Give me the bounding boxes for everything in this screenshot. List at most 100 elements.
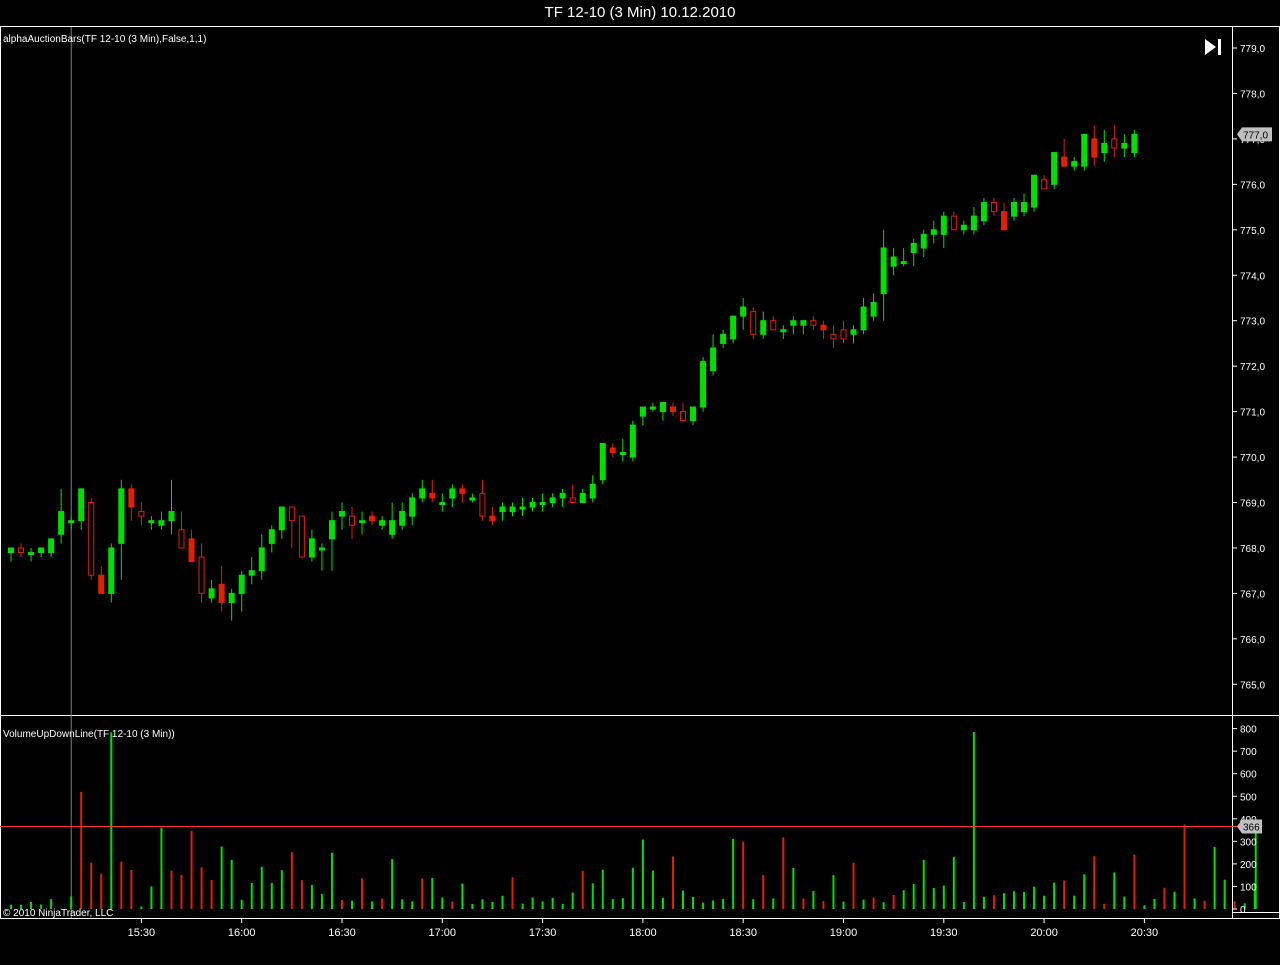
candle-body bbox=[1041, 179, 1048, 190]
candle bbox=[379, 516, 386, 530]
price-tick-label: 778,0 bbox=[1240, 89, 1265, 100]
candle-body bbox=[710, 347, 717, 372]
candle bbox=[800, 320, 807, 335]
candle bbox=[960, 220, 967, 235]
last-price-value: 777,0 bbox=[1243, 130, 1268, 141]
candle-body bbox=[770, 320, 777, 331]
candle bbox=[318, 543, 325, 571]
candle bbox=[399, 502, 406, 530]
candle-body bbox=[680, 411, 687, 422]
candle-body bbox=[68, 520, 75, 524]
volume-bars[interactable] bbox=[0, 731, 1257, 909]
copyright-label: © 2010 NinjaTrader, LLC bbox=[3, 908, 113, 919]
candle bbox=[288, 506, 295, 548]
candle bbox=[649, 402, 656, 412]
candle bbox=[900, 247, 907, 267]
candle bbox=[359, 511, 366, 535]
candle-body bbox=[700, 361, 707, 408]
candle-body bbox=[1121, 142, 1128, 149]
candle-body bbox=[629, 424, 636, 458]
candle-body bbox=[659, 402, 666, 413]
candle-body bbox=[469, 497, 476, 501]
candle-body bbox=[579, 492, 586, 504]
candle bbox=[369, 511, 376, 526]
candle bbox=[128, 484, 135, 521]
candle bbox=[489, 507, 496, 526]
candle-body bbox=[58, 511, 65, 535]
candle bbox=[1101, 129, 1108, 162]
candle bbox=[278, 506, 285, 539]
candle bbox=[539, 493, 546, 512]
candle bbox=[920, 229, 927, 258]
candle bbox=[509, 502, 516, 517]
candle bbox=[88, 497, 95, 580]
candle bbox=[1031, 174, 1038, 212]
candle-body bbox=[609, 447, 616, 454]
price-tick-label: 776,0 bbox=[1240, 180, 1265, 191]
candle bbox=[238, 570, 245, 612]
candle bbox=[409, 493, 416, 526]
time-tick-label: 16:30 bbox=[328, 927, 356, 939]
candle-body bbox=[1000, 211, 1007, 231]
candle bbox=[870, 293, 877, 321]
candle-body bbox=[649, 406, 656, 410]
volume-tick-label: 300 bbox=[1240, 837, 1257, 848]
candle-body bbox=[288, 506, 295, 522]
candle bbox=[298, 515, 305, 558]
scroll-to-end-icon[interactable] bbox=[1203, 37, 1225, 57]
chart-canvas[interactable]: 779,0 778,0 777,0 776,0 775,0 774,0 773,0 772,0… bbox=[0, 0, 1280, 965]
volume-tick-label: 700 bbox=[1240, 747, 1257, 758]
candle-body bbox=[890, 256, 897, 267]
candle bbox=[710, 334, 717, 376]
candle-body bbox=[599, 442, 606, 481]
candle bbox=[619, 438, 626, 462]
candle bbox=[218, 566, 225, 612]
candle bbox=[980, 197, 987, 226]
candle-body bbox=[379, 520, 386, 526]
candle bbox=[28, 547, 35, 562]
candle-body bbox=[980, 202, 987, 222]
candle bbox=[599, 442, 606, 485]
candle bbox=[439, 493, 446, 512]
candle-body bbox=[900, 261, 907, 265]
candle bbox=[569, 484, 576, 503]
price-tick-label: 779,0 bbox=[1240, 44, 1265, 55]
candle-body bbox=[940, 215, 947, 235]
candle-body bbox=[409, 497, 416, 517]
candle bbox=[730, 315, 737, 344]
candle bbox=[1091, 125, 1098, 167]
candle bbox=[930, 220, 937, 244]
candle bbox=[108, 543, 115, 603]
volume-tick-label: 500 bbox=[1240, 792, 1257, 803]
candle bbox=[499, 502, 506, 521]
candle-body bbox=[349, 515, 356, 526]
volume-tick-label: 200 bbox=[1240, 860, 1257, 871]
candle-body bbox=[308, 538, 315, 558]
time-tick-label: 20:00 bbox=[1030, 927, 1058, 939]
candle-body bbox=[840, 329, 847, 340]
candle bbox=[248, 557, 255, 585]
candle bbox=[629, 420, 636, 462]
candle-body bbox=[298, 515, 305, 558]
candle-body bbox=[800, 320, 807, 326]
price-candles[interactable] bbox=[8, 125, 1138, 621]
candle-body bbox=[38, 547, 45, 553]
candle bbox=[750, 307, 757, 339]
candle-body bbox=[268, 529, 275, 544]
candle-body bbox=[930, 229, 937, 235]
candle-body bbox=[359, 520, 366, 524]
candle-body bbox=[1081, 133, 1088, 167]
candle bbox=[669, 402, 676, 417]
candle bbox=[389, 502, 396, 539]
candle bbox=[1081, 133, 1088, 171]
candle bbox=[419, 479, 426, 503]
candle bbox=[780, 325, 787, 339]
candle-body bbox=[28, 551, 35, 555]
candle-body bbox=[720, 333, 727, 344]
time-tick-label: 16:00 bbox=[228, 927, 256, 939]
candle bbox=[690, 406, 697, 426]
time-tick-label: 19:00 bbox=[830, 927, 858, 939]
price-tick-label: 771,0 bbox=[1240, 408, 1265, 419]
candle-body bbox=[8, 547, 14, 553]
candle-body bbox=[619, 452, 626, 456]
